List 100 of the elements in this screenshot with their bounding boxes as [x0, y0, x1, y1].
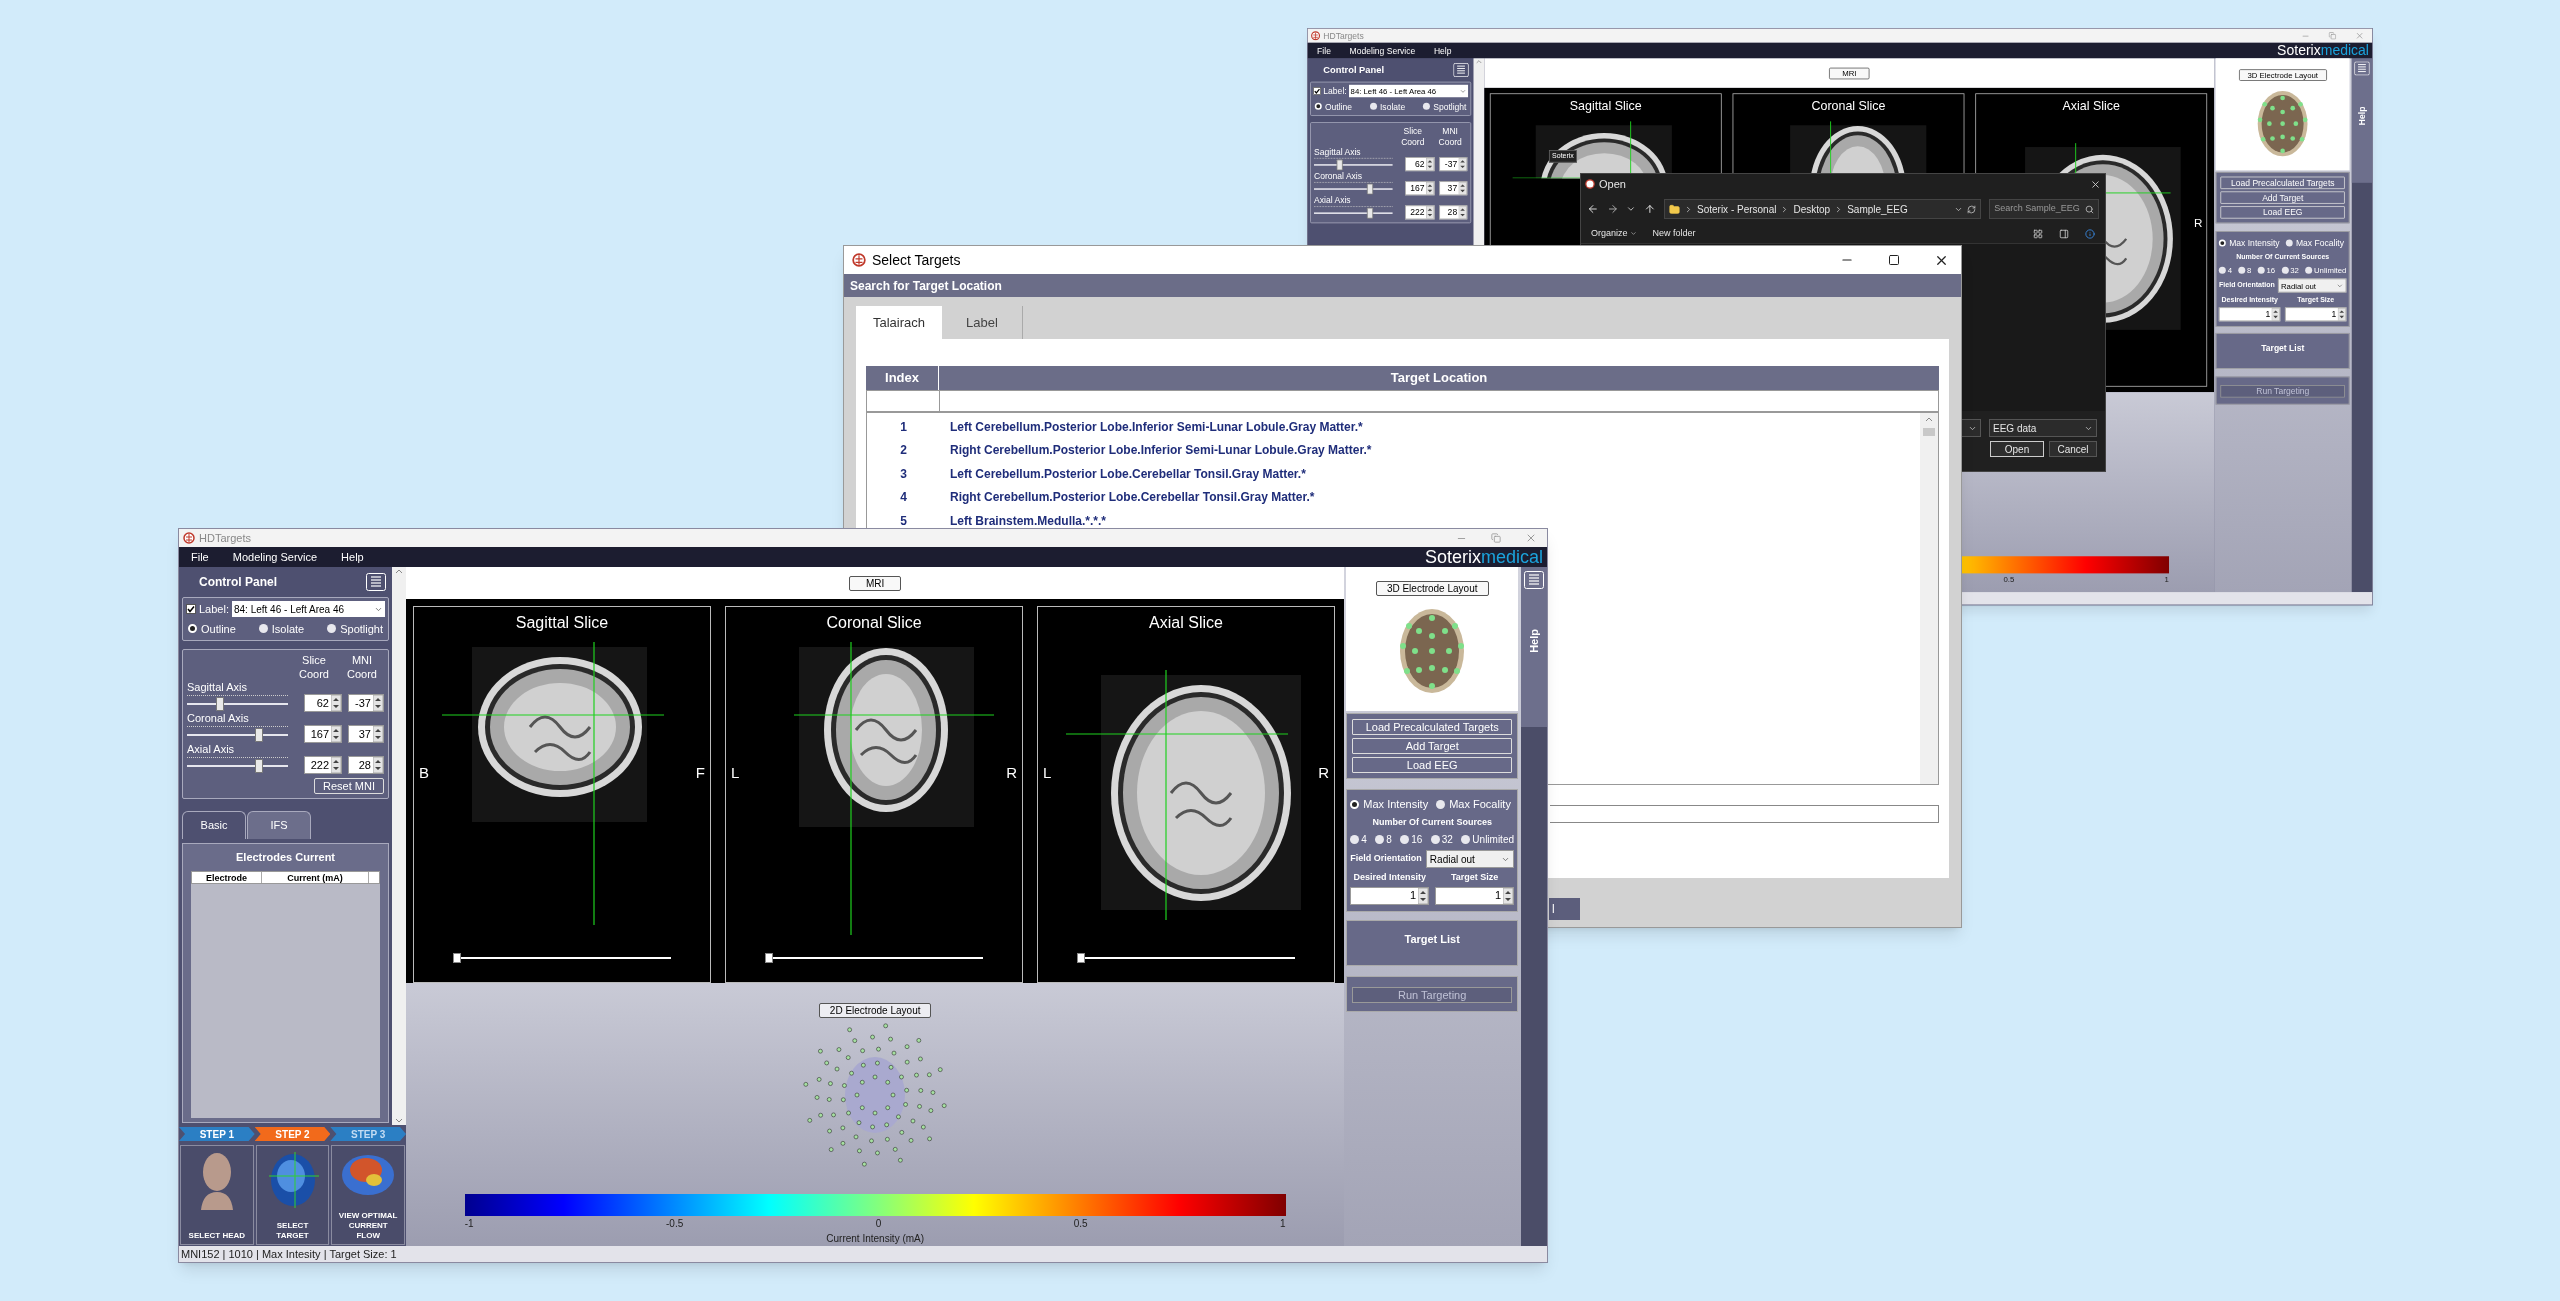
list-menu-icon[interactable] — [1453, 63, 1469, 77]
spin-field[interactable]: 222 — [304, 756, 342, 774]
slider-thumb[interactable] — [1336, 159, 1343, 171]
spinner-arrows-icon[interactable] — [1426, 157, 1434, 171]
radio-option[interactable]: Spotlight — [327, 620, 383, 637]
spin-field[interactable]: 167 — [304, 725, 342, 743]
radio-option[interactable]: Isolate — [258, 620, 305, 637]
tab[interactable]: Talairach — [856, 306, 943, 339]
reset-button[interactable]: Reset MNI — [314, 778, 384, 794]
slider-thumb[interactable] — [453, 953, 461, 963]
radio-option[interactable]: Outline — [188, 620, 236, 637]
list-menu-icon[interactable] — [2354, 61, 2370, 76]
radio-option[interactable]: Isolate — [1369, 99, 1406, 113]
radio-option[interactable]: Unlimited — [1461, 832, 1515, 847]
dialog-button[interactable]: l — [1549, 898, 1580, 920]
spin-field[interactable]: 222 — [1405, 205, 1435, 220]
spinner-arrows-icon[interactable] — [331, 757, 341, 773]
refresh-icon[interactable] — [1967, 204, 1977, 214]
spin-field[interactable]: 28 — [348, 756, 384, 774]
spinner-arrows-icon[interactable] — [373, 726, 383, 742]
help-tab[interactable]: Help — [2351, 58, 2373, 183]
radio-option[interactable]: 16 — [1400, 832, 1423, 847]
spin-field[interactable]: 37 — [348, 725, 384, 743]
list-menu-icon[interactable] — [1524, 571, 1544, 589]
spin-field[interactable]: -37 — [1439, 157, 1468, 172]
grid-view-icon[interactable] — [2033, 228, 2043, 239]
spinner-arrows-icon[interactable] — [373, 695, 383, 711]
radio-option[interactable]: Spotlight — [1423, 99, 1467, 113]
breadcrumb-item[interactable]: Sample_EEG — [1847, 201, 1908, 217]
menu-item[interactable]: Modeling Service — [220, 548, 330, 566]
layout-3d-button[interactable]: 3D Electrode Layout — [1375, 581, 1489, 596]
spinner-arrows-icon[interactable] — [373, 757, 383, 773]
slider[interactable] — [453, 951, 671, 965]
menu-item[interactable]: File — [179, 548, 221, 566]
step-tile[interactable]: SELECT TARGET — [255, 1145, 330, 1245]
spinner-arrows-icon[interactable] — [331, 695, 341, 711]
radio-option[interactable]: Max Intensity — [1350, 796, 1429, 813]
scrollbar[interactable] — [1920, 413, 1938, 784]
spinner-arrows-icon[interactable] — [2271, 307, 2280, 321]
toolbar-button[interactable]: New folder — [1652, 226, 1696, 241]
tab[interactable]: Basic — [182, 811, 246, 839]
slider[interactable] — [187, 697, 288, 711]
action-button[interactable]: Add Target — [1352, 738, 1513, 754]
close-icon[interactable] — [2090, 178, 2101, 190]
slider-thumb[interactable] — [215, 697, 224, 711]
radio-option[interactable]: Outline — [1314, 99, 1352, 113]
spin-field[interactable]: 1 — [2219, 306, 2281, 321]
help-tab[interactable]: Help — [1521, 567, 1547, 727]
spinner-arrows-icon[interactable] — [1458, 182, 1467, 195]
menu-item[interactable]: Help — [1424, 44, 1461, 57]
spin-field[interactable]: 1 — [1350, 886, 1430, 905]
radio-option[interactable]: Max Focality — [1436, 796, 1511, 813]
back-icon[interactable] — [1587, 203, 1599, 215]
label-checkbox[interactable] — [1313, 87, 1321, 96]
action-button[interactable]: Load Precalculated Targets — [1352, 719, 1513, 735]
spin-field[interactable]: 28 — [1439, 205, 1468, 220]
mri-button[interactable]: MRI — [849, 575, 902, 591]
spin-field[interactable]: -37 — [348, 694, 384, 712]
dialog-button[interactable]: Cancel — [2049, 441, 2097, 457]
up-icon[interactable] — [1644, 203, 1656, 215]
breadcrumb-item[interactable]: Desktop — [1793, 201, 1831, 217]
spinner-arrows-icon[interactable] — [1426, 182, 1434, 195]
slider-thumb[interactable] — [254, 728, 263, 742]
list-menu-icon[interactable] — [366, 573, 386, 591]
radio-option[interactable]: 4 — [1350, 832, 1367, 847]
menu-item[interactable]: Help — [329, 548, 376, 566]
forward-icon[interactable] — [1606, 203, 1619, 215]
radio-option[interactable]: 8 — [1375, 832, 1392, 847]
slider-thumb[interactable] — [1366, 207, 1374, 219]
spin-field[interactable]: 1 — [1435, 886, 1515, 905]
address-field[interactable]: Soterix - Personal Desktop Sample_EEG — [1664, 199, 1982, 219]
maximize-icon[interactable] — [1888, 254, 1900, 266]
spinner-arrows-icon[interactable] — [1458, 157, 1467, 171]
breadcrumb-item[interactable]: Soterix - Personal — [1697, 201, 1777, 217]
menu-item[interactable]: File — [1307, 44, 1341, 57]
scroll-thumb[interactable] — [1923, 428, 1935, 436]
action-button[interactable]: Load EEG — [1352, 757, 1513, 773]
dialog-button[interactable]: Open — [1990, 441, 2044, 457]
spin-field[interactable]: 1 — [2285, 306, 2347, 321]
spinner-arrows-icon[interactable] — [2337, 307, 2346, 321]
text-field[interactable] — [1550, 805, 1939, 823]
menu-item[interactable]: Modeling Service — [1340, 44, 1425, 57]
label-dropdown[interactable]: 84: Left 46 - Left Area 46 — [232, 601, 385, 618]
spinner-arrows-icon[interactable] — [331, 726, 341, 742]
chevron-down-icon[interactable] — [1626, 204, 1637, 214]
spin-field[interactable]: 62 — [1405, 157, 1435, 172]
spinner-arrows-icon[interactable] — [1458, 206, 1467, 219]
slider-thumb[interactable] — [765, 953, 773, 963]
spinner-arrows-icon[interactable] — [1418, 887, 1429, 904]
step-tile[interactable]: SELECT HEAD — [180, 1145, 254, 1245]
spinner-arrows-icon[interactable] — [1503, 887, 1514, 904]
search-field[interactable]: Search Sample_EEG — [1989, 199, 2099, 219]
tab[interactable]: IFS — [247, 811, 311, 839]
spin-field[interactable]: 37 — [1439, 181, 1468, 196]
radio-option[interactable]: Max Focality — [2285, 236, 2344, 250]
scrollbar[interactable] — [392, 567, 406, 1125]
radio-option[interactable]: 32 — [1430, 832, 1453, 847]
scroll-up-icon[interactable] — [1925, 417, 1933, 422]
layout-2d-button[interactable]: 2D Electrode Layout — [818, 1003, 932, 1018]
slider-thumb[interactable] — [254, 759, 263, 773]
